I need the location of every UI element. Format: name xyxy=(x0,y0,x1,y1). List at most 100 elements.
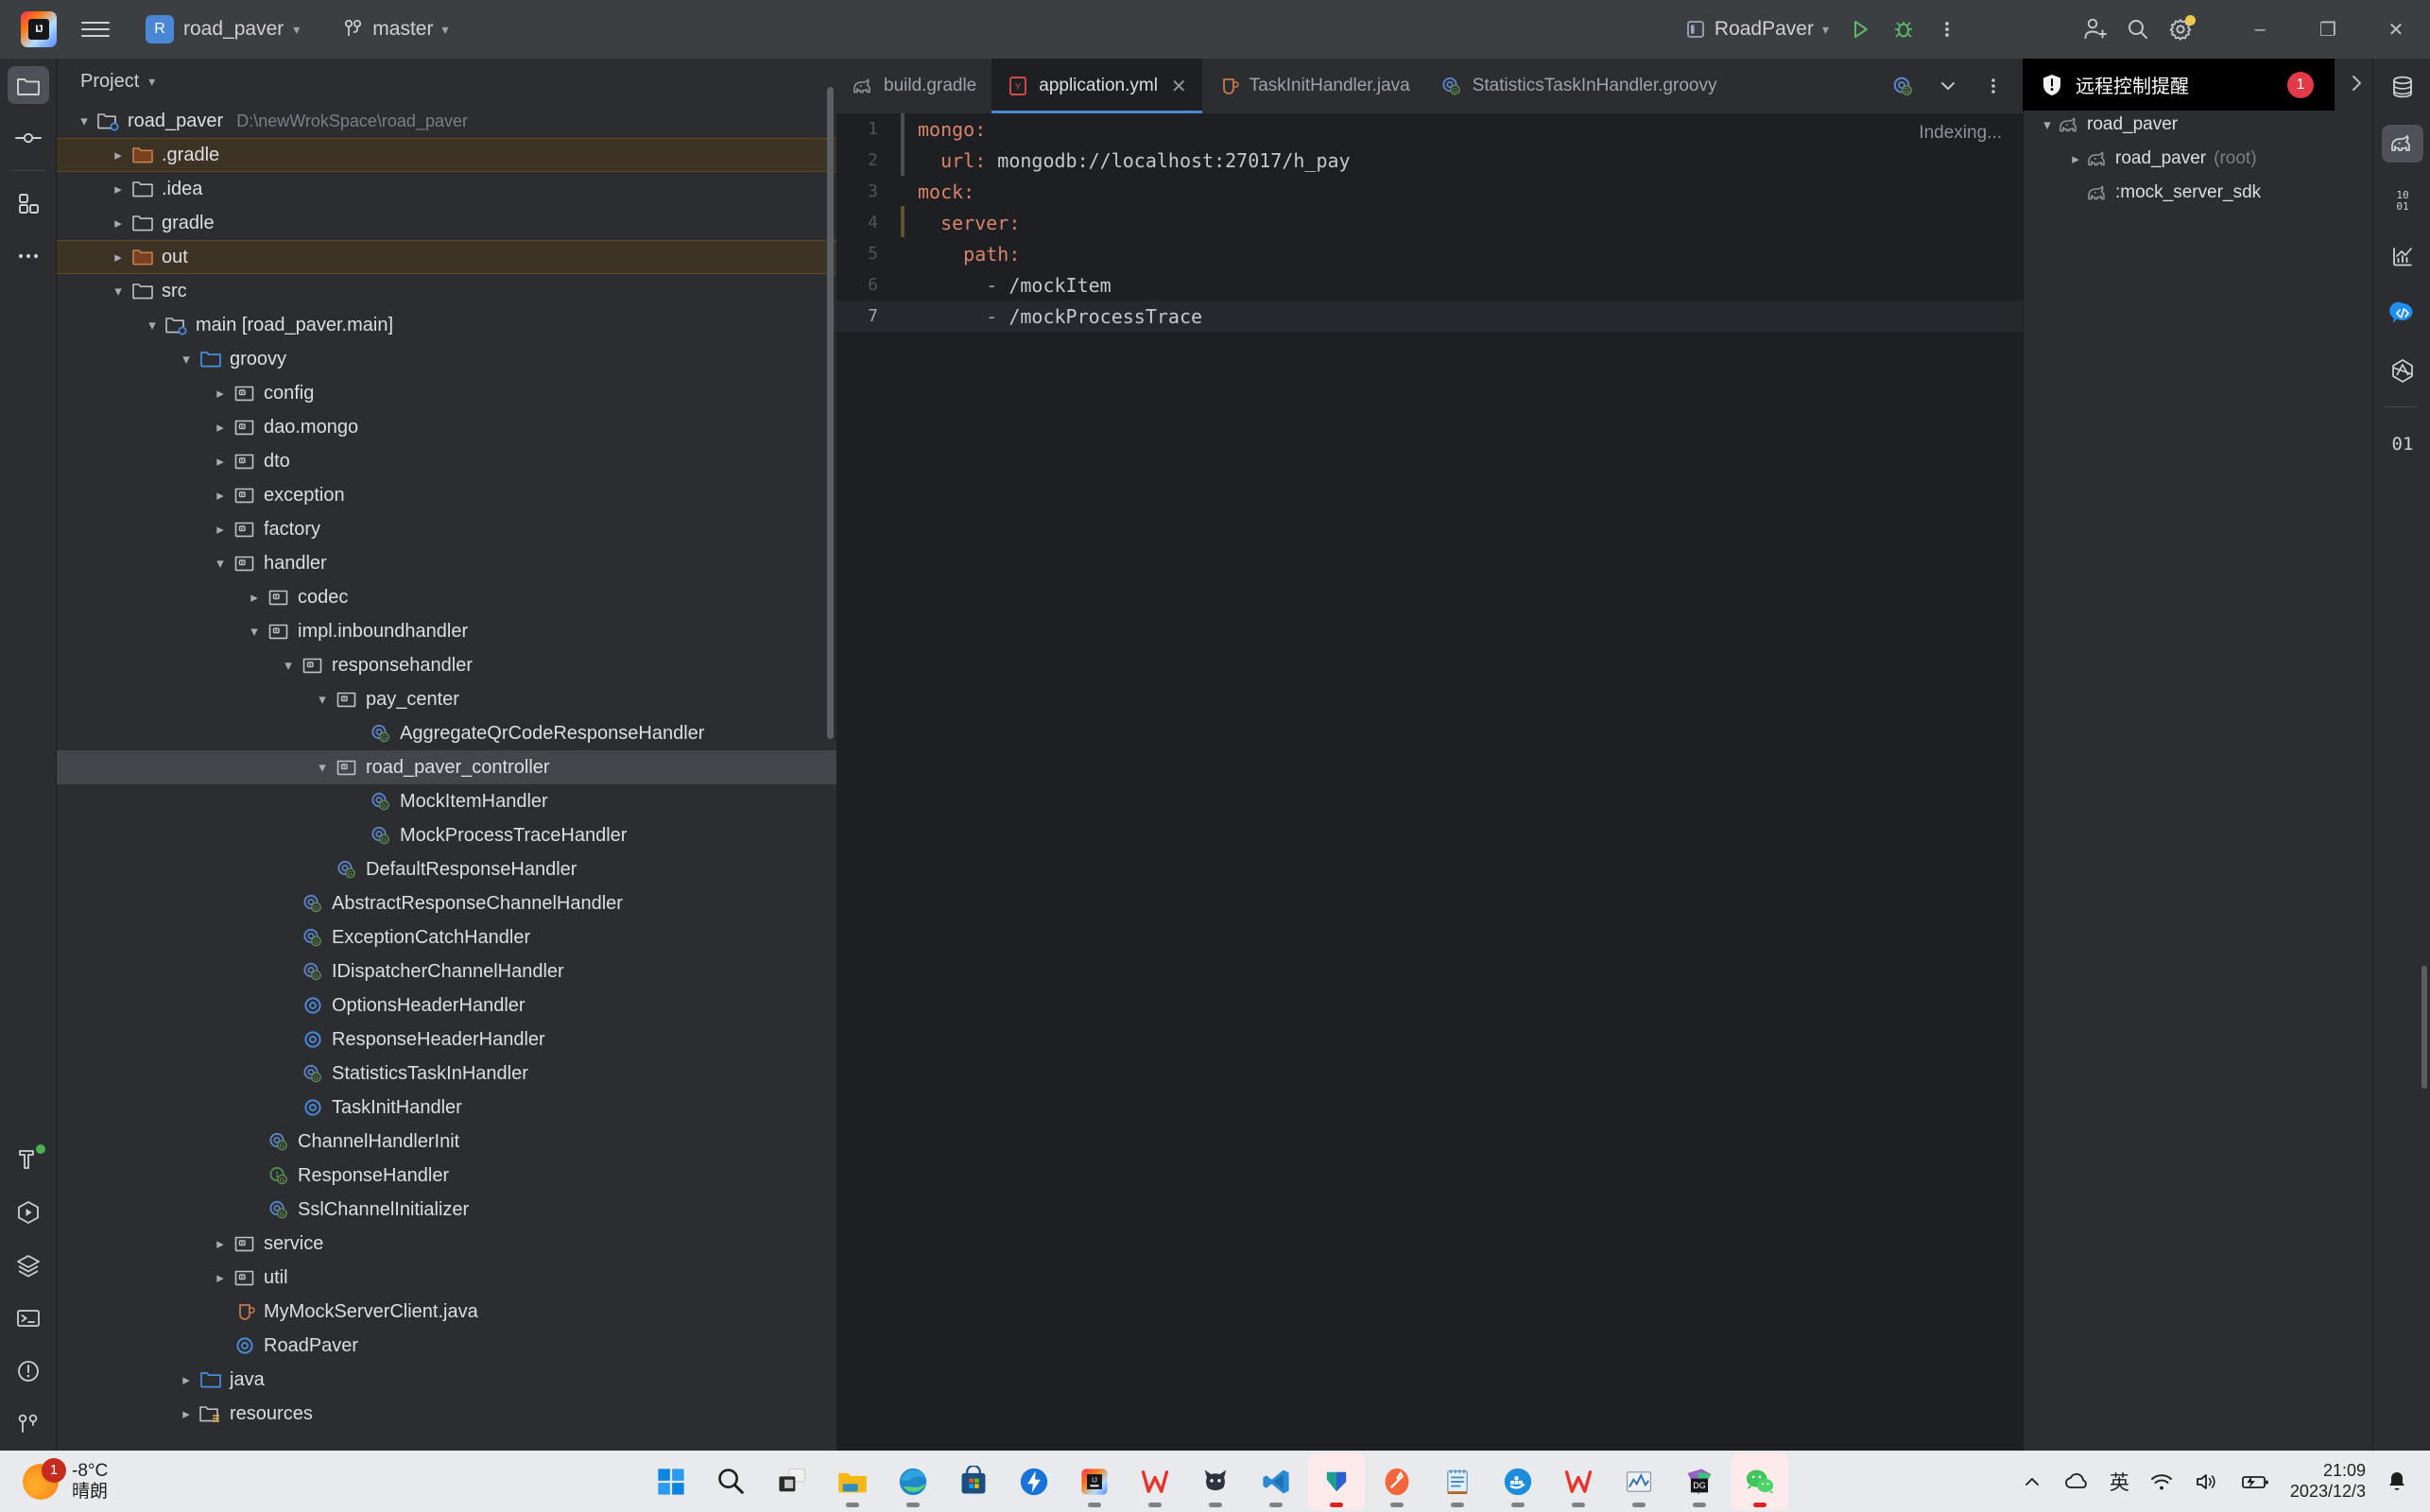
editor-tab-application-yml[interactable]: Yapplication.yml ✕ xyxy=(991,59,1202,113)
chevron-right-icon[interactable]: ▸ xyxy=(108,249,129,266)
tree-node-out[interactable]: ▸ out xyxy=(57,240,836,274)
chevron-right-icon[interactable]: ▸ xyxy=(108,215,129,232)
more-options-button[interactable] xyxy=(2339,66,2372,100)
vscode-button[interactable] xyxy=(1248,1453,1304,1510)
code-line[interactable]: 2 url: mongodb://localhost:27017/h_pay xyxy=(836,145,2023,176)
chevron-down-icon[interactable]: ▾ xyxy=(142,317,163,334)
tree-node-channelhandlerinit[interactable]: G ChannelHandlerInit xyxy=(57,1125,836,1159)
tree-node-dao-mongo[interactable]: ▸ dao.mongo xyxy=(57,410,836,444)
search-everywhere-button[interactable] xyxy=(2116,8,2160,51)
chevron-right-icon[interactable]: ▸ xyxy=(244,589,265,606)
chevron-down-icon[interactable]: ▾ xyxy=(2037,116,2058,133)
sidebar-item-git[interactable] xyxy=(0,1398,57,1451)
sidebar-item-profiler[interactable] xyxy=(2373,229,2430,285)
tree-node-responsehandler[interactable]: I G ResponseHandler xyxy=(57,1159,836,1193)
tree-node-road-paver-controller[interactable]: ▾ road_paver_controller xyxy=(57,750,836,784)
postman-button[interactable] xyxy=(1369,1453,1425,1510)
chevron-right-icon[interactable]: ▸ xyxy=(176,1405,197,1422)
intellij-idea-button[interactable]: IJ xyxy=(1066,1453,1123,1510)
sidebar-item-run[interactable] xyxy=(0,1186,57,1239)
tree-node-aggregateqrcoderesponsehandler[interactable]: G AggregateQrCodeResponseHandler xyxy=(57,716,836,750)
tree-node-mymockserverclient-java[interactable]: MyMockServerClient.java xyxy=(57,1295,836,1329)
right-panel-scrollbar[interactable] xyxy=(2421,966,2427,1089)
debug-button[interactable] xyxy=(1882,8,1925,51)
cloud-icon[interactable] xyxy=(2062,1470,2091,1493)
tree-node-gradle[interactable]: ▸ gradle xyxy=(57,206,836,240)
run-button[interactable] xyxy=(1838,8,1882,51)
microsoft-store-button[interactable] xyxy=(945,1453,1002,1510)
settings-button[interactable] xyxy=(2160,8,2203,51)
docker-button[interactable] xyxy=(1490,1453,1546,1510)
project-tree[interactable]: ▾ road_paver D:\newWrokSpace\road_paver ▸ .g… xyxy=(57,104,836,1451)
tree-node-mockitemhandler[interactable]: G MockItemHandler xyxy=(57,784,836,818)
sidebar-item-problems[interactable] xyxy=(0,1345,57,1398)
wps-writer-button[interactable] xyxy=(1550,1453,1607,1510)
tree-node-service[interactable]: ▸ service xyxy=(57,1227,836,1261)
code-line[interactable]: 7 - /mockProcessTrace xyxy=(836,301,2023,332)
tree-node-main-road-paver-main[interactable]: ▾ main [road_paver.main] xyxy=(57,308,836,342)
volume-icon[interactable] xyxy=(2194,1470,2220,1493)
datagrip-button[interactable]: DG xyxy=(1671,1453,1728,1510)
notification-popup[interactable]: 远程控制提醒 1 xyxy=(2023,59,2335,111)
minimize-button[interactable]: – xyxy=(2226,0,2294,59)
sidebar-item-build[interactable] xyxy=(0,1133,57,1186)
tree-node-mockprocesstracehandler[interactable]: G MockProcessTraceHandler xyxy=(57,818,836,852)
gradle-tree[interactable]: ▾ road_paver ▸ road_paver (root):mock_server… xyxy=(2024,108,2372,210)
tree-node-groovy[interactable]: ▾ groovy xyxy=(57,342,836,376)
chevron-up-icon[interactable] xyxy=(2021,1470,2043,1493)
tree-node-exception[interactable]: ▸ exception xyxy=(57,478,836,512)
chevron-right-icon[interactable]: ▸ xyxy=(210,385,231,402)
editor-tab-build-gradle[interactable]: build.gradle xyxy=(836,59,991,113)
tree-node-util[interactable]: ▸ util xyxy=(57,1261,836,1295)
tree-node-src[interactable]: ▾ src xyxy=(57,274,836,308)
notepad-button[interactable] xyxy=(1429,1453,1486,1510)
close-button[interactable]: ✕ xyxy=(2362,0,2430,59)
tree-node-idispatcherchannelhandler[interactable]: G IDispatcherChannelHandler xyxy=(57,954,836,988)
navicat-button[interactable] xyxy=(1307,1452,1365,1510)
more-actions-button[interactable] xyxy=(1925,8,1969,51)
sidebar-item-code-with-me[interactable] xyxy=(2373,285,2430,342)
close-icon[interactable]: ✕ xyxy=(1171,75,1187,98)
tree-node-road-paver[interactable]: ▾ road_paver D:\newWrokSpace\road_paver xyxy=(57,104,836,138)
tree-node-codec[interactable]: ▸ codec xyxy=(57,580,836,614)
project-selector[interactable]: R road_paver ▾ xyxy=(136,10,309,48)
gradle-tree-node-mock-server-sdk[interactable]: :mock_server_sdk xyxy=(2024,176,2372,210)
code-line[interactable]: 4 server: xyxy=(836,207,2023,238)
chevron-right-icon[interactable]: ▸ xyxy=(210,487,231,504)
hamburger-menu-icon[interactable] xyxy=(81,17,110,42)
tab-list-button[interactable] xyxy=(1926,64,1970,108)
sidebar-item-database[interactable] xyxy=(2373,59,2430,115)
chevron-down-icon[interactable]: ▾ xyxy=(312,759,333,776)
chevron-right-icon[interactable]: ▸ xyxy=(210,419,231,436)
bell-icon[interactable] xyxy=(2385,1469,2409,1494)
tree-node-config[interactable]: ▸ config xyxy=(57,376,836,410)
editor-tab-statisticstaskinhandler-groovy[interactable]: G StatisticsTaskInHandler.groovy xyxy=(1425,59,1732,113)
tree-node-resources[interactable]: ▸ resources xyxy=(57,1397,836,1431)
tree-node-impl-inboundhandler[interactable]: ▾ impl.inboundhandler xyxy=(57,614,836,648)
sidebar-item-more[interactable] xyxy=(0,230,57,283)
task-view-button[interactable] xyxy=(764,1453,820,1510)
chevron-right-icon[interactable]: ▸ xyxy=(108,180,129,198)
code-editor[interactable]: 1 mongo: 2 url: mongodb://localhost:27017/… xyxy=(836,113,2023,1451)
maximize-button[interactable]: ❐ xyxy=(2294,0,2362,59)
chevron-right-icon[interactable]: ▸ xyxy=(210,453,231,470)
tree-node-factory[interactable]: ▸ factory xyxy=(57,512,836,546)
account-button[interactable] xyxy=(2073,8,2116,51)
tree-node-sslchannelinitializer[interactable]: G SslChannelInitializer xyxy=(57,1193,836,1227)
chevron-down-icon[interactable]: ▾ xyxy=(244,623,265,640)
tree-node-responsehandler[interactable]: ▾ responsehandler xyxy=(57,648,836,682)
sidebar-item-bytecode[interactable]: 10 01 xyxy=(2373,172,2430,229)
cat-app-button[interactable] xyxy=(1187,1453,1244,1510)
chevron-right-icon[interactable]: ▸ xyxy=(210,1269,231,1286)
battery-charging-icon[interactable] xyxy=(2239,1470,2271,1493)
wifi-icon[interactable] xyxy=(2148,1470,2175,1493)
tab-options-button[interactable] xyxy=(1972,64,2015,108)
tree-node-pay-center[interactable]: ▾ pay_center xyxy=(57,682,836,716)
branch-selector[interactable]: master ▾ xyxy=(334,13,457,45)
tree-node-java[interactable]: ▸ java xyxy=(57,1363,836,1397)
wps-office-button[interactable] xyxy=(1127,1453,1183,1510)
perfmon-button[interactable] xyxy=(1611,1453,1667,1510)
weather-widget[interactable]: 1 -8°C 晴朗 xyxy=(23,1457,108,1503)
chevron-down-icon[interactable]: ▾ xyxy=(108,283,129,300)
gradle-tree-node-road-paver[interactable]: ▾ road_paver xyxy=(2024,108,2372,142)
